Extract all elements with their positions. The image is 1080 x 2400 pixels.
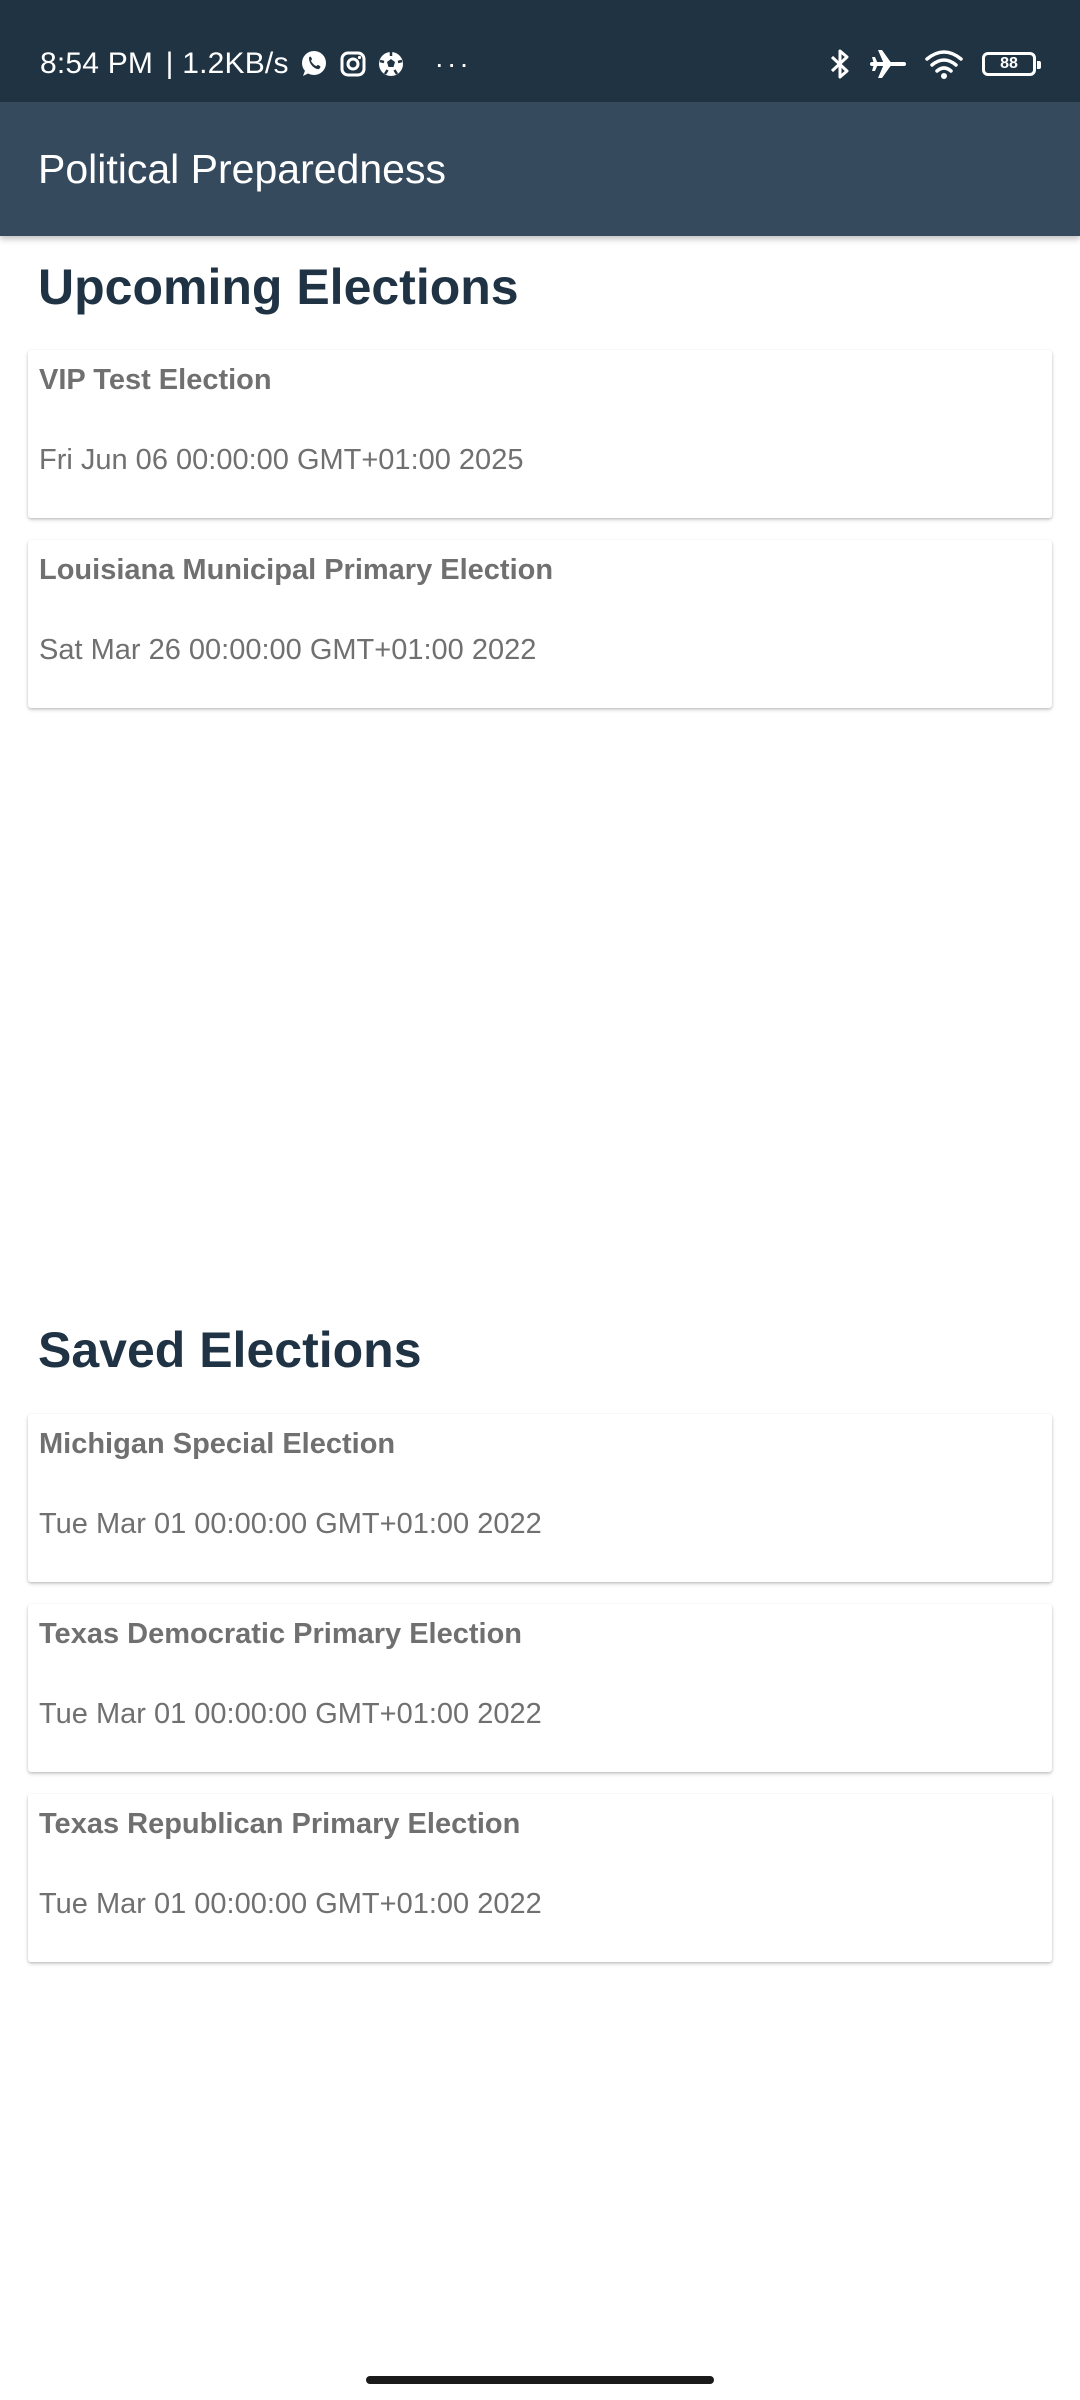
- bluetooth-icon: [828, 47, 852, 81]
- battery-level: 88: [982, 52, 1041, 76]
- election-date: Tue Mar 01 00:00:00 GMT+01:00 2022: [39, 1888, 542, 1920]
- election-date: Tue Mar 01 00:00:00 GMT+01:00 2022: [39, 1508, 542, 1540]
- election-card[interactable]: VIP Test Election Fri Jun 06 00:00:00 GM…: [28, 350, 1052, 518]
- upcoming-elections-heading: Upcoming Elections: [38, 259, 519, 315]
- election-card[interactable]: Louisiana Municipal Primary Election Sat…: [28, 540, 1052, 708]
- election-name: VIP Test Election: [39, 364, 272, 396]
- status-bar: 8:54 PM | 1.2KB/s ··· 88: [0, 0, 1080, 102]
- more-notifications-icon: ···: [434, 48, 472, 79]
- status-separator: |: [157, 47, 183, 80]
- app-bar: Political Preparedness: [0, 102, 1080, 236]
- election-name: Louisiana Municipal Primary Election: [39, 554, 554, 586]
- election-date: Fri Jun 06 00:00:00 GMT+01:00 2025: [39, 444, 524, 476]
- saved-elections-heading: Saved Elections: [38, 1322, 422, 1378]
- election-card[interactable]: Michigan Special Election Tue Mar 01 00:…: [28, 1414, 1052, 1582]
- whatsapp-icon: [299, 49, 329, 79]
- election-name: Michigan Special Election: [39, 1428, 396, 1460]
- app-title: Political Preparedness: [38, 145, 446, 192]
- network-speed: 1.2KB/s: [182, 47, 289, 80]
- upcoming-elections-list: VIP Test Election Fri Jun 06 00:00:00 GM…: [28, 350, 1052, 730]
- soccer-ball-icon: [377, 50, 405, 78]
- election-card[interactable]: Texas Republican Primary Election Tue Ma…: [28, 1794, 1052, 1962]
- status-time: 8:54 PM: [40, 47, 154, 80]
- saved-elections-list: Michigan Special Election Tue Mar 01 00:…: [28, 1414, 1052, 1984]
- wifi-icon: [924, 48, 964, 80]
- election-name: Texas Democratic Primary Election: [39, 1618, 523, 1650]
- home-gesture-bar[interactable]: [366, 2376, 714, 2384]
- election-name: Texas Republican Primary Election: [39, 1808, 521, 1840]
- instagram-icon: [339, 50, 367, 78]
- battery-icon: 88: [982, 52, 1041, 76]
- election-date: Sat Mar 26 00:00:00 GMT+01:00 2022: [39, 634, 537, 666]
- election-card[interactable]: Texas Democratic Primary Election Tue Ma…: [28, 1604, 1052, 1772]
- airplane-icon: [870, 47, 906, 81]
- election-date: Tue Mar 01 00:00:00 GMT+01:00 2022: [39, 1698, 542, 1730]
